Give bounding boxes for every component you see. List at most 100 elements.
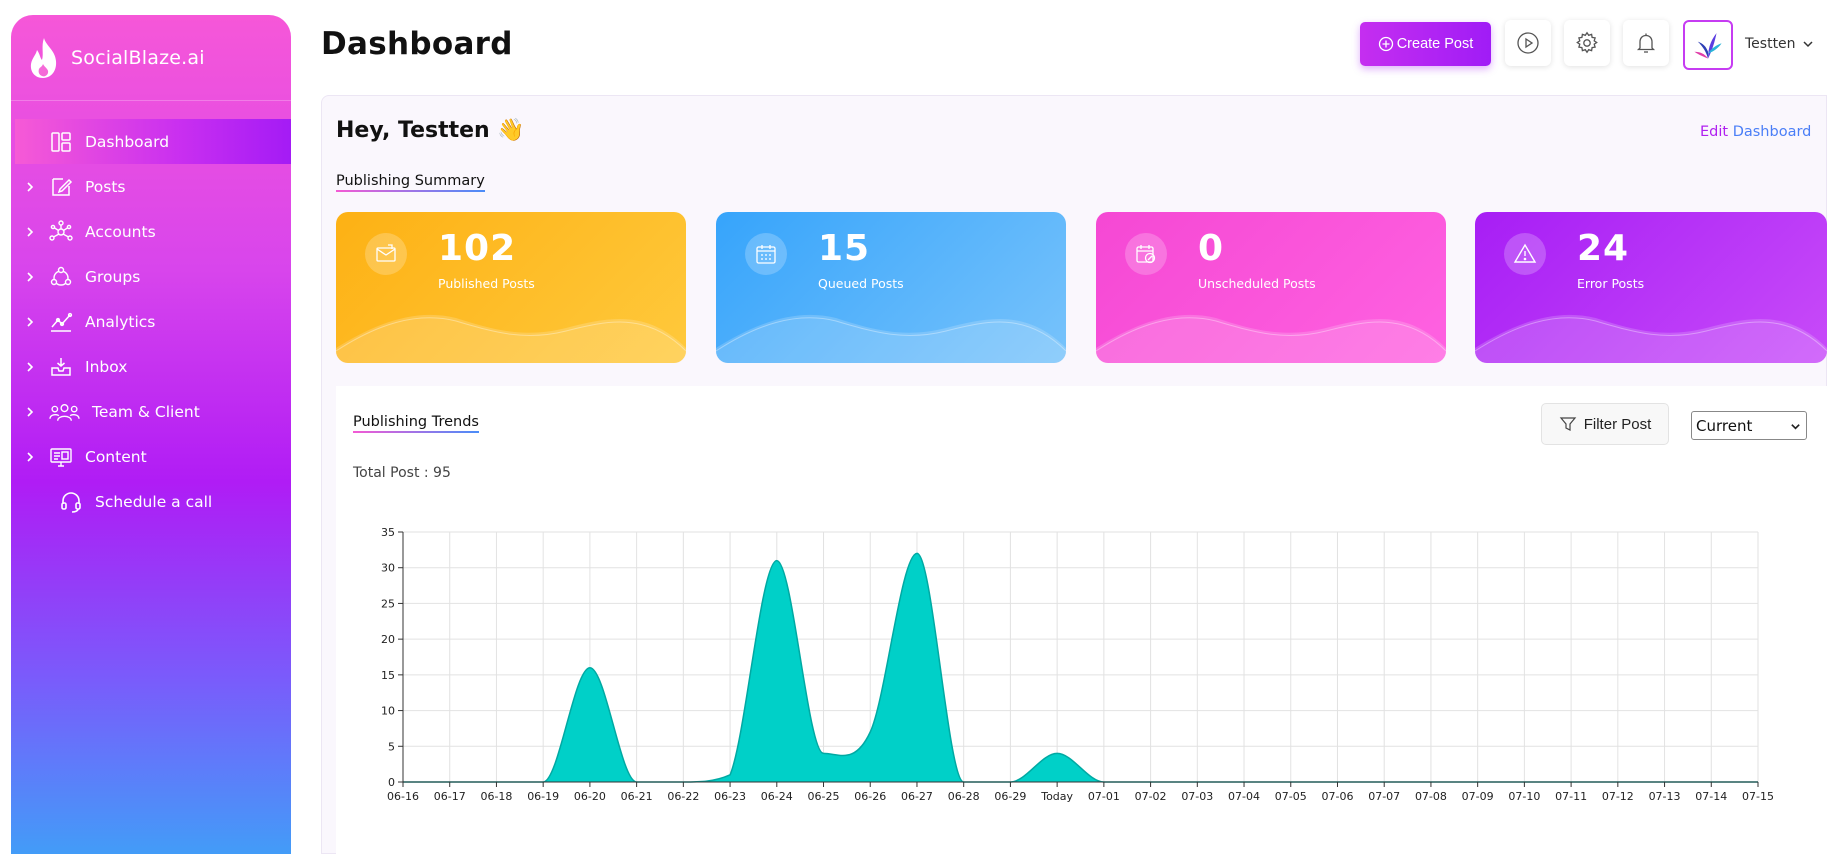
sidebar-item-team-client[interactable]: Team & Client <box>11 389 291 434</box>
error-posts-card[interactable]: 24 Error Posts <box>1475 212 1827 363</box>
user-name: Testten <box>1745 36 1796 52</box>
team-icon <box>49 403 80 421</box>
filter-post-button[interactable]: Filter Post <box>1541 403 1669 445</box>
sidebar-item-dashboard[interactable]: Dashboard <box>15 119 291 164</box>
x-tick-label: 06-19 <box>527 790 559 803</box>
card-wave-decoration <box>1096 314 1446 363</box>
chevron-right-icon <box>27 362 34 372</box>
x-tick-label: 06-22 <box>667 790 699 803</box>
sidebar-item-groups[interactable]: Groups <box>11 254 291 299</box>
chevron-down-icon <box>1803 41 1813 48</box>
sidebar-item-content[interactable]: Content <box>11 434 291 479</box>
card-icon-wrap <box>365 233 407 275</box>
mail-icon <box>376 244 396 262</box>
card-label: Queued Posts <box>818 276 904 291</box>
sidebar-item-posts[interactable]: Posts <box>11 164 291 209</box>
sidebar-item-label: Dashboard <box>85 132 170 151</box>
x-tick-label: 07-03 <box>1181 790 1213 803</box>
x-tick-label: 07-01 <box>1088 790 1120 803</box>
gear-icon <box>1576 31 1598 54</box>
x-tick-label: 07-08 <box>1415 790 1447 803</box>
content-icon <box>50 447 72 467</box>
sidebar-item-schedule-call[interactable]: Schedule a call <box>11 479 291 524</box>
dashboard-label: Dashboard <box>1732 124 1812 140</box>
sidebar-item-label: Content <box>85 447 147 466</box>
create-post-label: Create Post <box>1396 36 1474 52</box>
calendar-icon <box>756 245 776 264</box>
x-tick-label: 07-09 <box>1462 790 1494 803</box>
x-tick-label: 07-13 <box>1649 790 1681 803</box>
published-posts-card[interactable]: 102 Published Posts <box>336 212 686 363</box>
y-tick-label: 25 <box>381 597 395 610</box>
edit-label: Edit <box>1700 124 1729 140</box>
create-post-button[interactable]: Create Post <box>1360 22 1491 66</box>
x-tick-label: 06-27 <box>901 790 933 803</box>
x-tick-label: 07-14 <box>1695 790 1727 803</box>
y-tick-label: 20 <box>381 633 395 646</box>
sidebar-item-label: Groups <box>85 267 141 286</box>
unscheduled-posts-card[interactable]: 0 Unscheduled Posts <box>1096 212 1446 363</box>
analytics-icon <box>51 312 73 332</box>
y-tick-label: 15 <box>381 669 395 682</box>
app-root: SocialBlaze.ai Dashboard Posts Accounts … <box>0 0 1827 854</box>
card-icon-wrap <box>1125 233 1167 275</box>
sidebar-item-label: Analytics <box>85 312 156 331</box>
notifications-button[interactable] <box>1623 20 1669 66</box>
page-title: Dashboard <box>321 26 513 62</box>
warning-icon <box>1513 243 1537 263</box>
filter-icon <box>1559 417 1577 431</box>
card-wave-decoration <box>716 314 1066 363</box>
card-label: Published Posts <box>438 276 535 291</box>
sidebar-item-inbox[interactable]: Inbox <box>11 344 291 389</box>
y-tick-label: 10 <box>381 705 395 718</box>
edit-icon <box>52 177 73 196</box>
settings-button[interactable] <box>1564 20 1610 66</box>
x-tick-label: 06-23 <box>714 790 746 803</box>
y-tick-label: 30 <box>381 562 395 575</box>
avatar[interactable] <box>1683 20 1733 70</box>
x-tick-label: 07-12 <box>1602 790 1634 803</box>
publishing-trends-chart: 0 5 10 15 20 25 30 35 06-16 06-17 06-18 06-19 06-20 0… <box>381 526 1774 803</box>
sidebar-nav: Dashboard Posts Accounts Groups Analytic <box>11 119 291 524</box>
period-select[interactable]: Current <box>1691 411 1807 440</box>
sidebar-item-label: Team & Client <box>92 402 200 421</box>
sidebar-item-analytics[interactable]: Analytics <box>11 299 291 344</box>
series-area <box>403 553 1758 782</box>
bird-logo-icon <box>1694 33 1722 59</box>
x-tick-label: 07-06 <box>1321 790 1353 803</box>
x-tick-label: 06-20 <box>574 790 606 803</box>
x-tick-label: 06-28 <box>948 790 980 803</box>
card-wave-decoration <box>336 314 686 363</box>
x-tick-label: 07-02 <box>1135 790 1167 803</box>
x-tick-label: 07-05 <box>1275 790 1307 803</box>
bell-icon <box>1636 33 1656 53</box>
card-label: Unscheduled Posts <box>1198 276 1316 291</box>
chevron-right-icon <box>27 407 34 417</box>
y-tick-label: 5 <box>388 740 395 753</box>
card-value: 15 <box>818 228 871 269</box>
x-tick-label: 06-29 <box>994 790 1026 803</box>
sidebar-item-accounts[interactable]: Accounts <box>11 209 291 254</box>
user-menu[interactable]: Testten <box>1745 36 1814 52</box>
x-tick-label: 06-26 <box>854 790 886 803</box>
x-tick-label: 06-17 <box>434 790 466 803</box>
x-tick-label: 06-18 <box>480 790 512 803</box>
card-wave-decoration <box>1475 314 1827 363</box>
card-value: 0 <box>1198 228 1225 269</box>
groups-icon <box>50 266 72 286</box>
flame-logo-icon <box>30 37 57 78</box>
chevron-right-icon <box>27 227 34 237</box>
card-icon-wrap <box>1504 233 1546 275</box>
dashboard-icon <box>51 131 71 152</box>
brand-name: SocialBlaze.ai <box>71 46 205 69</box>
brand[interactable]: SocialBlaze.ai <box>11 15 291 101</box>
y-tick-label: 0 <box>388 776 395 789</box>
edit-dashboard-link[interactable]: Edit Dashboard <box>1700 124 1811 140</box>
headset-icon <box>61 491 81 513</box>
chevron-right-icon <box>27 452 34 462</box>
video-tutorial-button[interactable] <box>1505 20 1551 66</box>
x-tick-label: 07-04 <box>1228 790 1260 803</box>
chevron-right-icon <box>27 272 34 282</box>
queued-posts-card[interactable]: 15 Queued Posts <box>716 212 1066 363</box>
card-value: 24 <box>1577 228 1630 269</box>
